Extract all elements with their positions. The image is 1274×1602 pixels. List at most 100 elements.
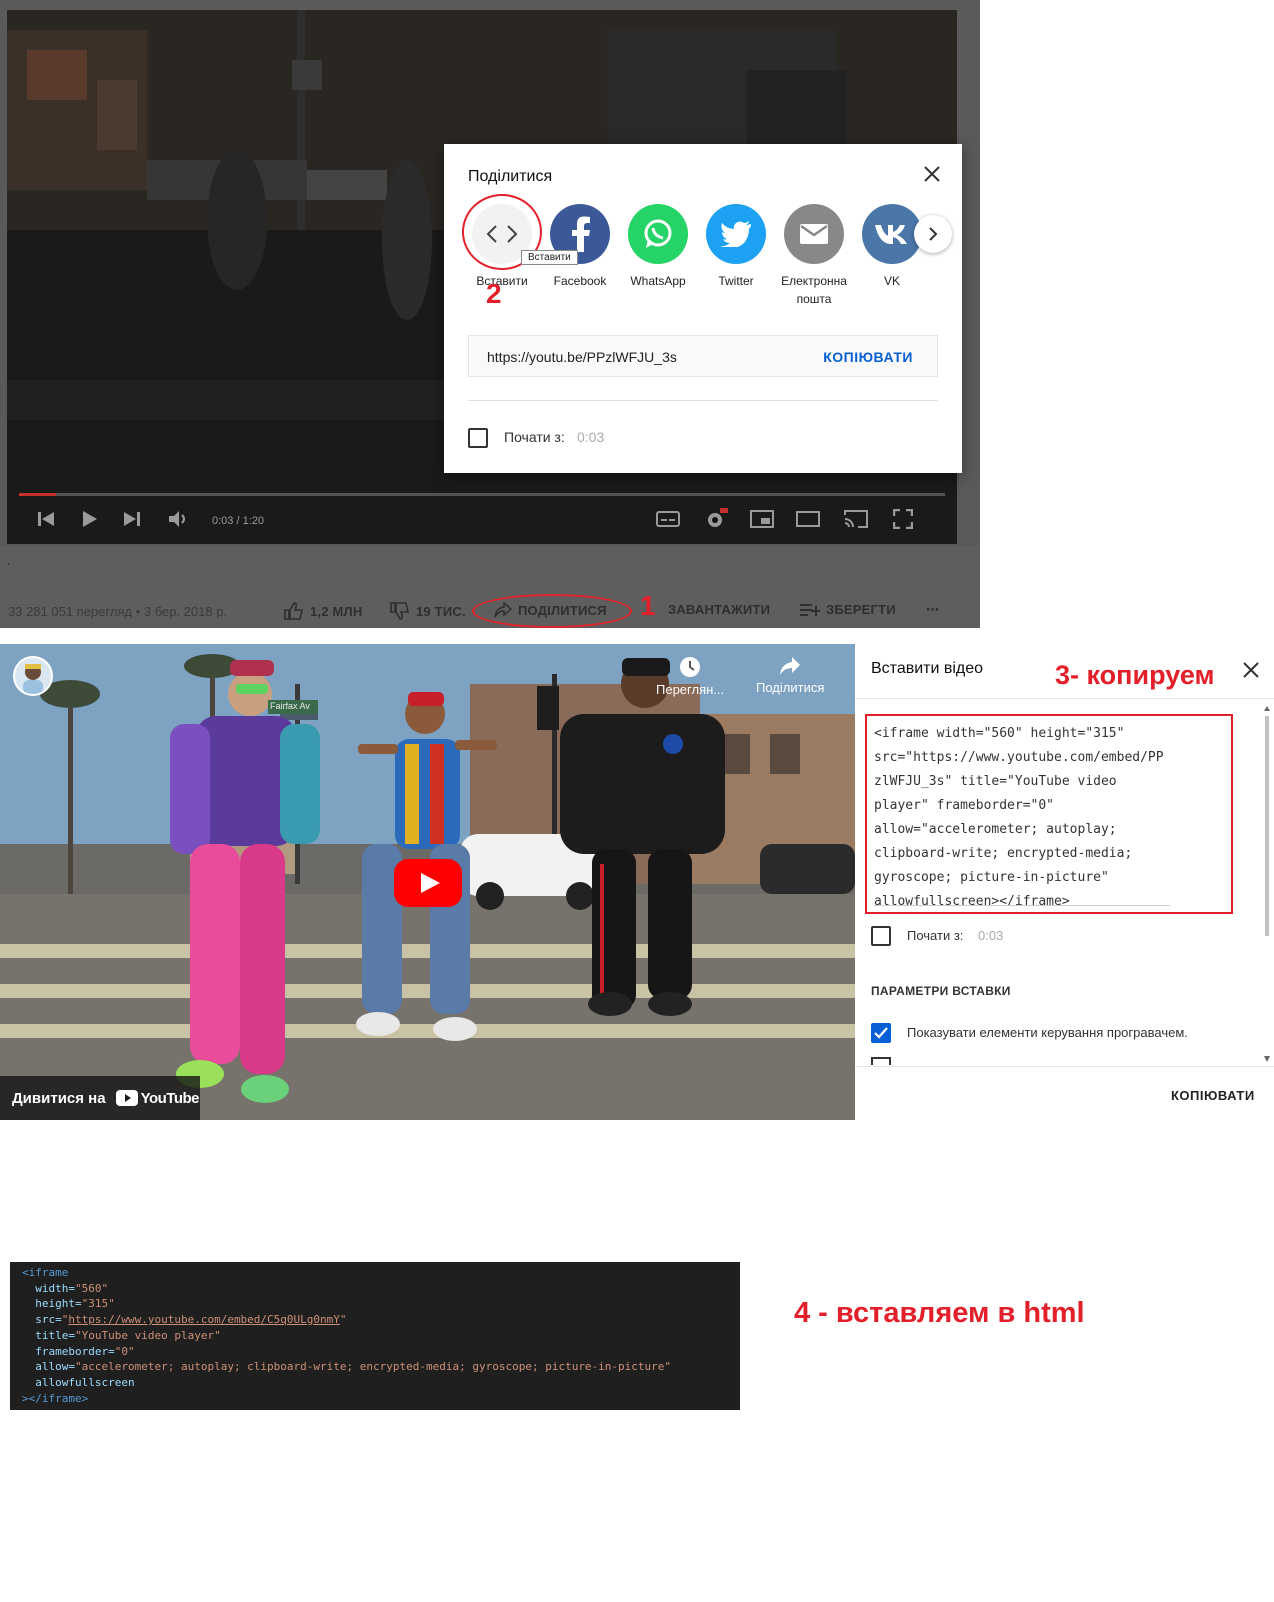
code-value: "accelerometer; autoplay; clipboard-writ… [75,1360,672,1374]
thumbs-down-icon [390,602,409,620]
start-at-label: Почати з: [907,928,964,943]
next-icon[interactable] [121,508,143,530]
code-attr: width= [35,1281,75,1295]
watch-later-label: Переглян... [656,682,725,697]
share-highlight-oval [472,594,632,628]
close-icon[interactable] [1241,660,1261,680]
fullscreen-icon[interactable] [891,508,915,530]
scrollbar[interactable] [1263,704,1271,1064]
dislike-count: 19 ТИС. [416,603,466,619]
code-attr: height= [35,1297,82,1311]
cast-icon[interactable] [843,508,869,530]
download-button[interactable]: ЗАВАНТАЖИТИ [668,602,770,617]
watch-later-button[interactable]: Переглян... [656,656,724,697]
youtube-logo-icon [115,1090,138,1106]
code-value: "560" [75,1281,109,1295]
divider [855,1066,1274,1067]
like-button[interactable]: 1,2 МЛН [284,602,362,620]
code-value: "0" [114,1344,135,1358]
embedded-video-player[interactable]: Fairfax Av Переглян... Поділитися Дивити… [0,644,855,1120]
code-editor-text: <iframe width="560" height="315" src= "ht… [22,1265,671,1406]
privacy-mode-checkbox[interactable] [871,1057,891,1065]
code-attr: frameborder= [35,1344,115,1358]
embed-label: Вставити [476,274,528,288]
stray-dot: . [7,554,11,568]
start-at-checkbox[interactable] [468,428,488,448]
clock-icon [680,657,701,677]
start-at-time-input[interactable]: 0:03 [577,429,604,445]
embed-video-dialog: Вставити відео 3- копируем <iframe width… [855,644,1274,1120]
step-3-annotation: 3- копируем [1055,660,1215,690]
step-2-annotation: 2 [486,278,502,309]
email-icon [784,204,844,264]
code-line: src="https://www.youtube.com/embed/PP [874,750,1164,765]
vk-icon [862,204,922,264]
code-tag-close: ></iframe> [22,1391,89,1405]
subtitles-icon[interactable] [655,508,681,530]
previous-icon[interactable] [35,508,57,530]
street-sign-text: Fairfax Av [270,701,310,711]
copy-url-button[interactable]: КОПІЮВАТИ [823,349,913,365]
code-url-link[interactable]: https://www.youtube.com/embed/C5q0ULg0nm… [68,1313,340,1326]
save-button[interactable]: ЗБЕРЕГТИ [800,602,896,617]
playlist-add-icon [800,603,820,616]
code-attr: allow= [35,1360,75,1374]
twitter-label: Twitter [718,274,754,288]
code-tag-open: <iframe [22,1266,69,1279]
embed-tooltip: Вставити [521,250,578,265]
more-icon: ⋯ [926,602,940,617]
twitter-icon [706,204,766,264]
share-dialog-title: Поділитися [468,168,553,185]
show-controls-label: Показувати елементи керування програваче… [907,1025,1188,1040]
views-and-date: 33 281 051 перегляд • 3 бер. 2018 р. [8,604,228,619]
divider [468,400,938,401]
share-url-box: https://youtu.be/PPzlWFJU_3s КОПІЮВАТИ [468,335,938,377]
more-actions-button[interactable]: ⋯ [926,602,939,618]
share-twitter-option[interactable]: Twitter [696,204,776,290]
whatsapp-icon [628,204,688,264]
progress-bar[interactable] [19,493,945,496]
download-label: ЗАВАНТАЖИТИ [668,602,771,617]
start-at-label: Почати з: [504,429,565,445]
youtube-watch-page-dimmed: 0:03 / 1:20 . 33 281 051 перегляд • 3 бе… [0,0,980,628]
share-arrow-icon [780,657,801,675]
embed-code-box[interactable]: <iframe width="560" height="315" src="ht… [865,714,1233,914]
play-icon[interactable] [79,508,101,530]
like-count: 1,2 МЛН [310,603,363,619]
step-1-annotation: 1 [640,590,656,621]
code-line: player" frameborder="0" [874,798,1055,813]
watch-on-youtube-button[interactable]: Дивитися на YouTube [0,1076,200,1120]
close-icon[interactable] [922,164,942,184]
volume-icon[interactable] [167,508,191,530]
theater-mode-icon[interactable] [795,508,821,530]
channel-avatar[interactable] [13,656,53,696]
embed-code-textarea[interactable]: <iframe width="560" height="315" src="ht… [874,722,1174,914]
code-line: zlWFJU_3s" title="YouTube video [874,774,1117,789]
time-display: 0:03 / 1:20 [212,515,264,527]
share-facebook-option[interactable]: Facebook [540,204,620,290]
code-value: "YouTube video player" [75,1328,221,1342]
vk-label: VK [883,274,900,288]
code-line: <iframe width="560" height="315" [874,726,1125,741]
start-at-checkbox[interactable] [871,926,891,946]
chevron-right-icon[interactable] [914,215,952,253]
play-button-icon[interactable] [394,859,462,907]
code-line: gyroscope; picture-in-picture" [874,870,1109,885]
share-email-option[interactable]: Електронна пошта [774,204,854,308]
share-whatsapp-option[interactable]: WhatsApp [618,204,698,290]
player-share-button[interactable]: Поділитися [756,656,824,695]
share-dialog: Поділитися Вставити Facebook WhatsApp Tw… [444,144,962,473]
player-share-label: Поділитися [756,680,825,695]
settings-gear-icon[interactable] [703,508,729,530]
code-attr: src= [35,1313,62,1327]
embed-options-heading: ПАРАМЕТРИ ВСТАВКИ [871,984,1011,998]
share-url-input[interactable]: https://youtu.be/PPzlWFJU_3s [487,349,677,365]
show-controls-checkbox[interactable] [871,1023,891,1043]
code-line: allowfullscreen></iframe> [874,894,1070,909]
copy-embed-button[interactable]: КОПІЮВАТИ [1171,1088,1255,1103]
start-at-time-input[interactable]: 0:03 [978,928,1003,943]
miniplayer-icon[interactable] [749,508,775,530]
code-attr: allowfullscreen [35,1375,135,1389]
dislike-button[interactable]: 19 ТИС. [390,602,466,620]
code-attr: title= [35,1328,75,1342]
